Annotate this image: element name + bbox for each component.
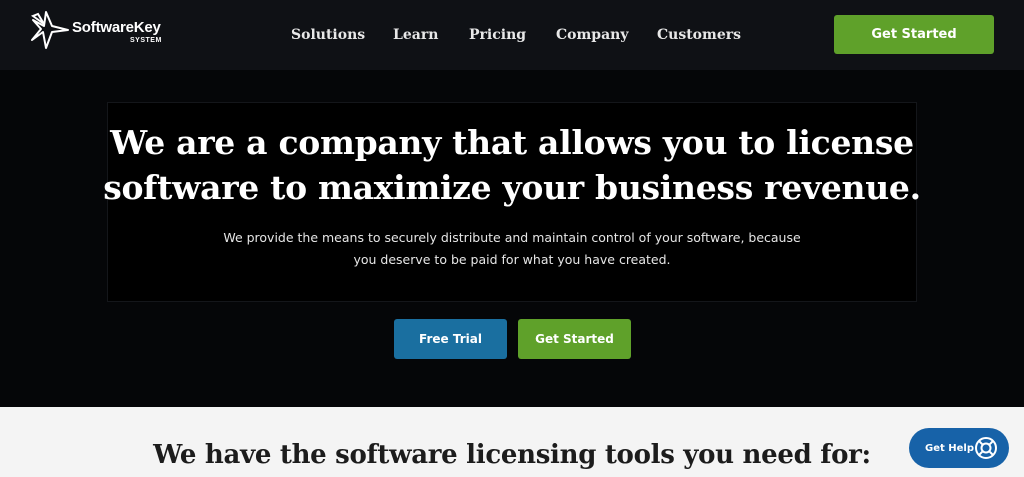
get-help-label: Get Help xyxy=(925,442,974,454)
nav-item-learn[interactable]: Learn xyxy=(393,27,438,43)
lifebuoy-icon xyxy=(975,437,997,459)
softwarekey-logo[interactable]: SoftwareKey SYSTEM xyxy=(30,10,170,50)
logo-subtitle: SYSTEM xyxy=(130,37,162,44)
site-header: SoftwareKey SYSTEM Solutions Learn Prici… xyxy=(0,0,1024,70)
hero-section: We are a company that allows you to lice… xyxy=(0,70,1024,407)
logo-wordmark: SoftwareKey xyxy=(72,19,161,36)
hero-subtitle-line-2: you deserve to be paid for what you have… xyxy=(353,252,671,267)
hero-subtitle-line-1: We provide the means to securely distrib… xyxy=(223,230,801,245)
hero-title: We are a company that allows you to lice… xyxy=(0,120,1024,210)
hero-get-started-button[interactable]: Get Started xyxy=(518,319,631,359)
hero-title-line-2: software to maximize your business reven… xyxy=(103,168,921,207)
free-trial-button[interactable]: Free Trial xyxy=(394,319,507,359)
nav-item-company[interactable]: Company xyxy=(556,27,628,43)
hero-subtitle: We provide the means to securely distrib… xyxy=(0,227,1024,271)
get-help-button[interactable]: Get Help xyxy=(909,428,1009,468)
header-get-started-button[interactable]: Get Started xyxy=(834,15,994,54)
nav-item-solutions[interactable]: Solutions xyxy=(291,27,365,43)
hero-title-line-1: We are a company that allows you to lice… xyxy=(110,123,914,162)
nav-item-customers[interactable]: Customers xyxy=(657,27,741,43)
logo-mark-icon xyxy=(30,11,69,49)
tools-section-title: We have the software licensing tools you… xyxy=(153,440,871,470)
nav-item-pricing[interactable]: Pricing xyxy=(469,27,526,43)
